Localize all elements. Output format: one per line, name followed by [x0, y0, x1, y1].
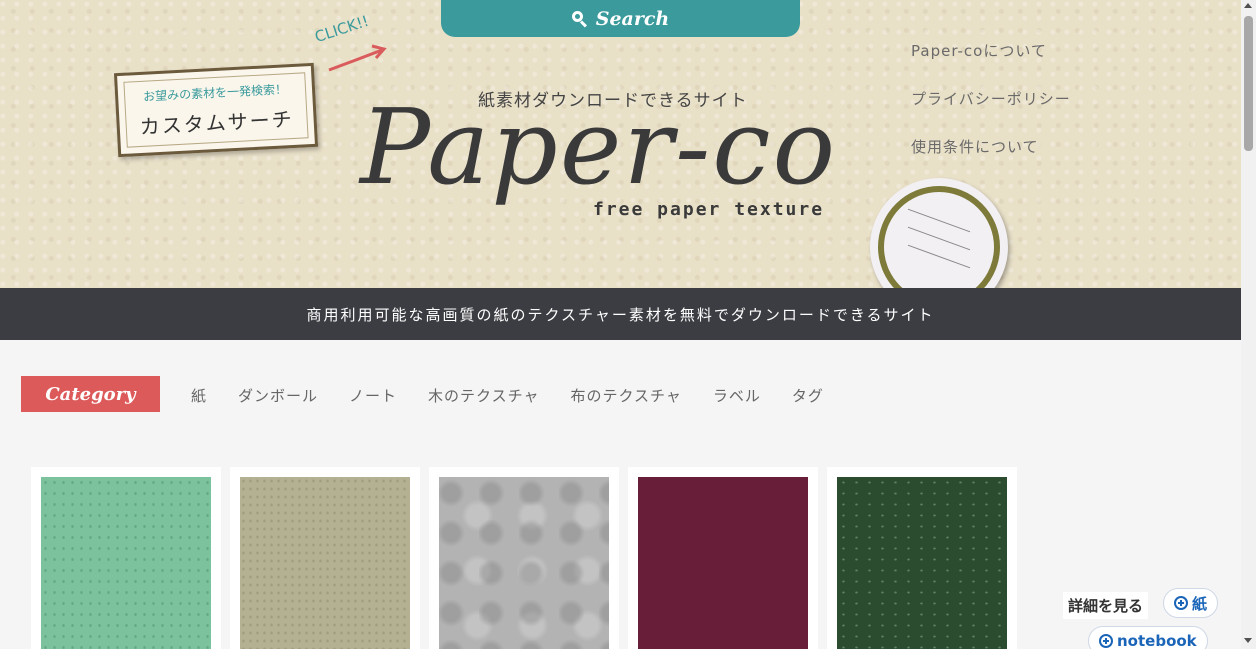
texture-thumbnail [638, 477, 808, 649]
nav-about[interactable]: Paper-coについて [911, 40, 1071, 61]
scroll-down-arrow-icon[interactable] [1244, 638, 1252, 643]
category-link-wood[interactable]: 木のテクスチャ [428, 385, 539, 406]
search-icon [571, 10, 588, 28]
detail-link[interactable]: 詳細を見る [1063, 592, 1149, 619]
site-banner: 商用利用可能な高画質の紙のテクスチャー素材を無料でダウンロードできるサイト [0, 288, 1241, 340]
texture-thumbnail [439, 477, 609, 649]
texture-thumbnail [240, 477, 410, 649]
texture-card[interactable] [827, 467, 1017, 649]
click-hint: CLICK!! [312, 11, 372, 47]
category-nav: 紙 ダンボール ノート 木のテクスチャ 布のテクスチャ ラベル タグ [191, 385, 824, 406]
search-button[interactable]: Search [441, 0, 800, 37]
nav-privacy[interactable]: プライバシーポリシー [911, 88, 1071, 109]
banner-text: 商用利用可能な高画質の紙のテクスチャー素材を無料でダウンロードできるサイト [306, 305, 935, 324]
search-button-label: Search [595, 7, 670, 30]
header-nav: Paper-coについて プライバシーポリシー 使用条件について [911, 40, 1071, 157]
custom-search-sub: お望みの素材を一発検索！ [142, 82, 288, 104]
category-label: Category [21, 376, 160, 412]
category-link-fabric[interactable]: 布のテクスチャ [570, 385, 681, 406]
tag-pill-label: 紙 [1192, 594, 1208, 613]
texture-card[interactable] [230, 467, 420, 649]
texture-card[interactable] [429, 467, 619, 649]
category-link-cardboard[interactable]: ダンボール [238, 385, 318, 406]
custom-search-title: カスタムサーチ [139, 106, 295, 139]
plus-circle-icon [1174, 596, 1188, 610]
texture-card[interactable] [628, 467, 818, 649]
category-link-tag[interactable]: タグ [792, 385, 824, 406]
plus-circle-icon [1099, 634, 1113, 648]
site-header: Search CLICK!! お望みの素材を一発検索！ カスタムサーチ 紙素材ダ… [0, 0, 1241, 316]
logo-subtitle: free paper texture [593, 199, 825, 220]
texture-thumbnail [41, 477, 211, 649]
texture-thumbnail [837, 477, 1007, 649]
scroll-up-arrow-icon[interactable] [1244, 3, 1252, 8]
site-logo[interactable]: Paper-co [360, 86, 837, 208]
nav-terms[interactable]: 使用条件について [911, 136, 1071, 157]
tag-pill-label: notebook [1117, 632, 1197, 649]
texture-card[interactable] [31, 467, 221, 649]
tag-pill-notebook[interactable]: notebook [1088, 626, 1208, 649]
category-link-notebook[interactable]: ノート [349, 385, 397, 406]
arrow-icon [328, 44, 387, 72]
tag-pill-paper[interactable]: 紙 [1163, 588, 1219, 618]
scrollbar-thumb[interactable] [1244, 16, 1253, 151]
scrollbar[interactable] [1241, 0, 1256, 649]
category-link-label[interactable]: ラベル [713, 385, 761, 406]
custom-search-button[interactable]: お望みの素材を一発検索！ カスタムサーチ [113, 62, 319, 158]
category-link-paper[interactable]: 紙 [191, 385, 207, 406]
